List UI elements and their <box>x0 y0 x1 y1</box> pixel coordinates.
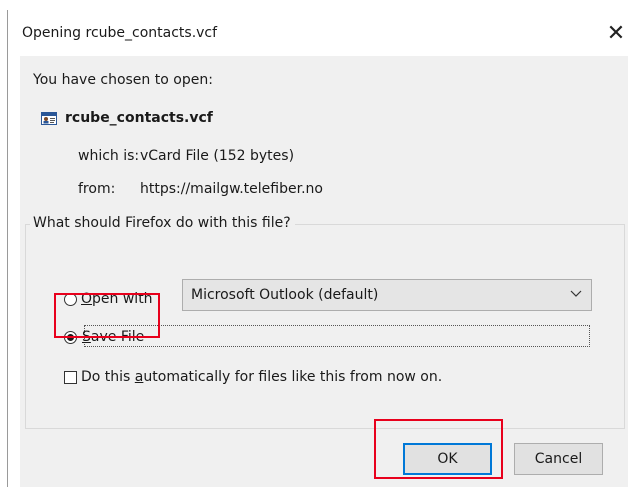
auto-action-label: Do this automatically for files like thi… <box>81 369 443 385</box>
auto-action-checkbox-box[interactable] <box>64 370 77 384</box>
from-label: from: <box>78 181 116 197</box>
source-row: from: https://mailgw.telefiber.no <box>78 181 323 197</box>
close-button[interactable]: ✕ <box>593 10 638 56</box>
close-icon: ✕ <box>606 20 626 46</box>
file-row: rcube_contacts.vcf <box>41 110 213 126</box>
save-file-radio-circle[interactable] <box>64 330 77 344</box>
open-with-radio-circle[interactable] <box>64 292 77 306</box>
open-with-label: Open with <box>81 291 153 307</box>
action-group-legend: What should Firefox do with this file? <box>30 215 295 231</box>
application-select-value: Microsoft Outlook (default) <box>191 287 379 303</box>
save-file-label: Save File <box>82 329 145 345</box>
dialog-title: Opening rcube_contacts.vcf <box>22 25 218 41</box>
file-type-row: which is:vCard File (152 bytes) <box>78 148 294 164</box>
chevron-down-icon <box>570 287 582 302</box>
file-type-value: vCard File (152 bytes) <box>140 148 295 164</box>
chosen-text: You have chosen to open: <box>33 72 213 88</box>
file-name: rcube_contacts.vcf <box>65 110 213 126</box>
action-group: What should Firefox do with this file? O… <box>25 215 625 429</box>
cancel-button[interactable]: Cancel <box>514 443 603 475</box>
title-bar[interactable]: Opening rcube_contacts.vcf ✕ <box>8 10 638 56</box>
open-with-radio[interactable]: Open with <box>64 291 153 307</box>
auto-action-checkbox[interactable]: Do this automatically for files like thi… <box>64 369 442 385</box>
cancel-button-label: Cancel <box>534 451 583 467</box>
save-file-radio[interactable]: Save File <box>64 326 582 348</box>
file-open-dialog: Opening rcube_contacts.vcf ✕ You have ch… <box>7 10 638 487</box>
dialog-body: You have chosen to open: rcube_contacts.… <box>20 56 628 487</box>
ok-button-label: OK <box>437 451 458 467</box>
ok-button[interactable]: OK <box>403 443 492 475</box>
vcard-icon <box>41 111 57 125</box>
which-label: which is: <box>78 148 140 164</box>
source-url: https://mailgw.telefiber.no <box>140 181 323 197</box>
application-select[interactable]: Microsoft Outlook (default) <box>182 279 592 311</box>
